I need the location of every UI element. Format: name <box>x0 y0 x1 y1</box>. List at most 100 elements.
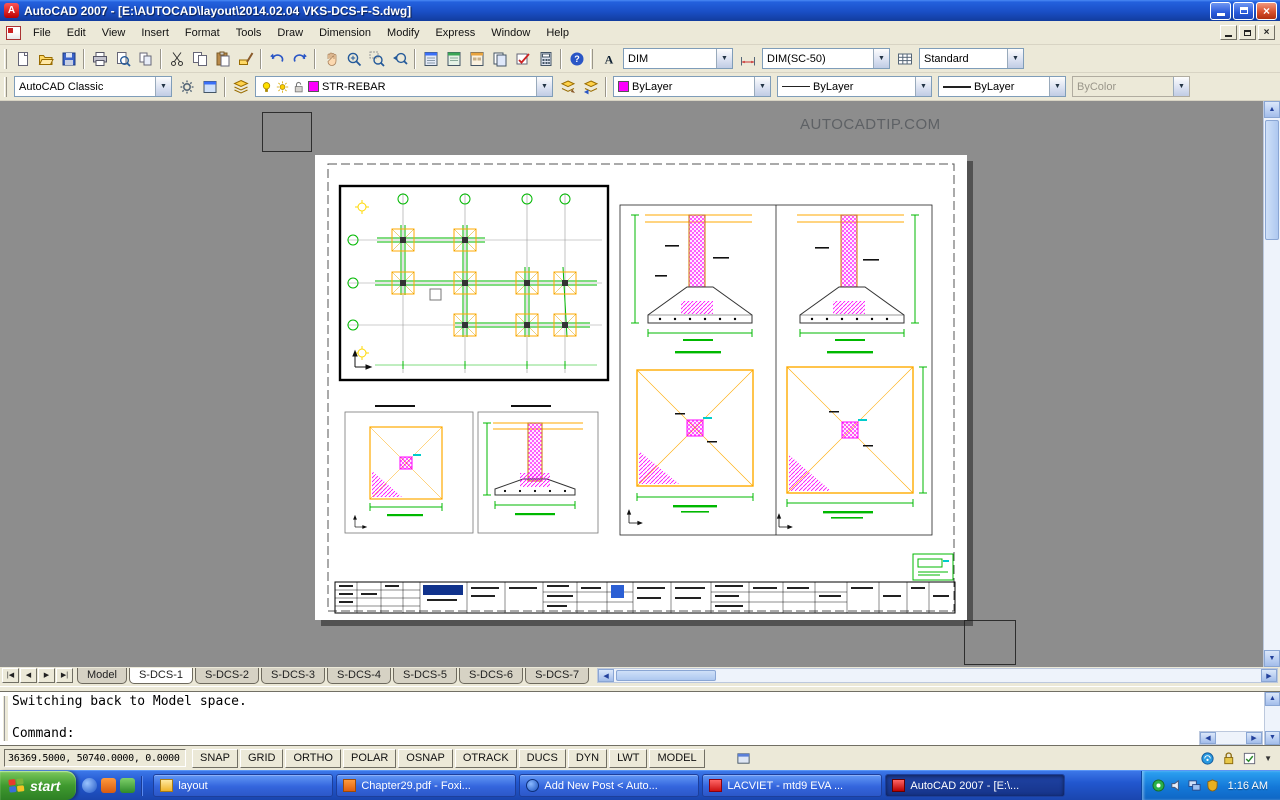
layer-previous-icon[interactable] <box>579 75 602 98</box>
communication-center-icon[interactable] <box>1199 750 1216 767</box>
command-window-grip[interactable] <box>2 696 5 741</box>
table-style-icon[interactable] <box>893 47 916 70</box>
toolbar-grip[interactable] <box>4 76 7 97</box>
toggle-snap[interactable]: SNAP <box>192 748 238 768</box>
menu-dimension[interactable]: Dimension <box>311 23 379 43</box>
layout-tab-s-dcs-2[interactable]: S-DCS-2 <box>194 668 259 684</box>
toggle-ortho[interactable]: ORTHO <box>285 748 341 768</box>
toggle-dyn[interactable]: DYN <box>567 748 608 768</box>
layer-thaw-sun-icon[interactable] <box>276 80 289 94</box>
command-horizontal-scrollbar[interactable]: ◀ ▶ <box>1199 731 1263 745</box>
mdi-minimize-button[interactable] <box>1220 25 1237 40</box>
layer-properties-icon[interactable] <box>229 75 252 98</box>
help-icon[interactable]: ? <box>565 47 588 70</box>
layout-tab-s-dcs-4[interactable]: S-DCS-4 <box>327 668 392 684</box>
next-tab-button[interactable]: ▶ <box>38 668 55 683</box>
markup-icon[interactable] <box>511 47 534 70</box>
mdi-restore-button[interactable] <box>1239 25 1256 40</box>
toggle-polar[interactable]: POLAR <box>343 748 397 768</box>
tray-antivirus-icon[interactable] <box>1206 779 1219 792</box>
properties-icon[interactable] <box>419 47 442 70</box>
taskbar-button-folder[interactable]: layout <box>153 774 334 797</box>
prev-tab-button[interactable]: ◀ <box>20 668 37 683</box>
minimize-button[interactable] <box>1210 1 1231 20</box>
plot-preview-icon[interactable] <box>111 47 134 70</box>
menu-express[interactable]: Express <box>427 23 483 43</box>
menu-file[interactable]: File <box>25 23 59 43</box>
table-style-combo[interactable]: Standard ▼ <box>919 48 1024 69</box>
layer-combo[interactable]: STR-REBAR ▼ <box>255 76 553 97</box>
restore-button[interactable] <box>1233 1 1254 20</box>
command-history[interactable]: Switching back to Model space. Command: <box>12 694 1260 743</box>
designcenter-icon[interactable] <box>442 47 465 70</box>
layout-tab-s-dcs-6[interactable]: S-DCS-6 <box>459 668 524 684</box>
layout-tab-model[interactable]: Model <box>77 668 127 684</box>
toggle-ducs[interactable]: DUCS <box>518 748 566 768</box>
toggle-otrack[interactable]: OTRACK <box>454 748 517 768</box>
pan-icon[interactable] <box>319 47 342 70</box>
menu-format[interactable]: Format <box>177 23 228 43</box>
chevron-down-icon[interactable]: ▼ <box>754 77 770 96</box>
paste-icon[interactable] <box>211 47 234 70</box>
dim-style-icon[interactable] <box>736 47 759 70</box>
quick-calc-icon[interactable] <box>534 47 557 70</box>
first-tab-button[interactable]: |◀ <box>2 668 19 683</box>
status-tray-arrow-icon[interactable]: ▼ <box>1262 754 1274 763</box>
scroll-down-icon[interactable]: ▼ <box>1265 731 1280 745</box>
quick-launch-media-icon[interactable] <box>120 778 136 793</box>
toggle-osnap[interactable]: OSNAP <box>398 748 453 768</box>
menu-tools[interactable]: Tools <box>228 23 270 43</box>
match-properties-icon[interactable] <box>234 47 257 70</box>
dim-style-combo[interactable]: DIM(SC-50) ▼ <box>762 48 890 69</box>
text-style-combo[interactable]: DIM ▼ <box>623 48 733 69</box>
zoom-realtime-icon[interactable] <box>342 47 365 70</box>
menu-help[interactable]: Help <box>538 23 577 43</box>
toggle-model[interactable]: MODEL <box>649 748 705 768</box>
scroll-up-icon[interactable]: ▲ <box>1265 692 1280 706</box>
tool-palettes-icon[interactable] <box>465 47 488 70</box>
sheet-set-manager-icon[interactable] <box>488 47 511 70</box>
mdi-close-button[interactable]: × <box>1258 25 1275 40</box>
save-icon[interactable] <box>57 47 80 70</box>
layout-tab-s-dcs-1[interactable]: S-DCS-1 <box>128 668 193 684</box>
menu-window[interactable]: Window <box>483 23 538 43</box>
toolbar-grip[interactable] <box>4 48 7 69</box>
scroll-right-icon[interactable]: ▶ <box>1246 732 1262 744</box>
scroll-left-icon[interactable]: ◀ <box>598 669 615 682</box>
zoom-window-icon[interactable] <box>365 47 388 70</box>
scroll-left-icon[interactable]: ◀ <box>1200 732 1216 744</box>
start-button[interactable]: start <box>0 771 77 800</box>
taskbar-button-browser[interactable]: Add New Post < Auto... <box>519 774 700 797</box>
workspace-settings-icon[interactable] <box>175 75 198 98</box>
menu-edit[interactable]: Edit <box>59 23 94 43</box>
scrollbar-thumb[interactable] <box>1265 120 1279 240</box>
scroll-down-icon[interactable]: ▼ <box>1264 650 1280 667</box>
menu-view[interactable]: View <box>94 23 134 43</box>
tray-network-icon[interactable] <box>1188 779 1201 792</box>
color-combo[interactable]: ByLayer ▼ <box>613 76 771 97</box>
menu-draw[interactable]: Draw <box>269 23 311 43</box>
menu-modify[interactable]: Modify <box>379 23 427 43</box>
lineweight-combo[interactable]: ByLayer ▼ <box>938 76 1066 97</box>
undo-icon[interactable] <box>265 47 288 70</box>
chevron-down-icon[interactable]: ▼ <box>1007 49 1023 68</box>
chevron-down-icon[interactable]: ▼ <box>915 77 931 96</box>
copy-icon[interactable] <box>188 47 211 70</box>
coordinate-display[interactable]: 36369.5000, 50740.0000, 0.0000 <box>4 749 186 767</box>
associated-standards-icon[interactable] <box>735 750 752 767</box>
taskbar-button-autocad[interactable]: AutoCAD 2007 - [E:\... <box>885 774 1066 797</box>
drawing-horizontal-scrollbar[interactable]: ◀ ▶ <box>597 668 1278 683</box>
command-vertical-scrollbar[interactable]: ▲ ▼ <box>1264 692 1280 745</box>
my-workspace-icon[interactable] <box>198 75 221 98</box>
plot-icon[interactable] <box>88 47 111 70</box>
chevron-down-icon[interactable]: ▼ <box>716 49 732 68</box>
make-object-layer-current-icon[interactable] <box>556 75 579 98</box>
scroll-up-icon[interactable]: ▲ <box>1264 101 1280 118</box>
publish-icon[interactable] <box>134 47 157 70</box>
drawing-area[interactable]: AUTOCADTIP.COM ▲ ▼ <box>0 101 1280 667</box>
toolbar-lock-icon[interactable] <box>1220 750 1237 767</box>
zoom-previous-icon[interactable] <box>388 47 411 70</box>
layout-tab-s-dcs-7[interactable]: S-DCS-7 <box>525 668 590 684</box>
new-icon[interactable] <box>11 47 34 70</box>
layout-tab-s-dcs-5[interactable]: S-DCS-5 <box>393 668 458 684</box>
